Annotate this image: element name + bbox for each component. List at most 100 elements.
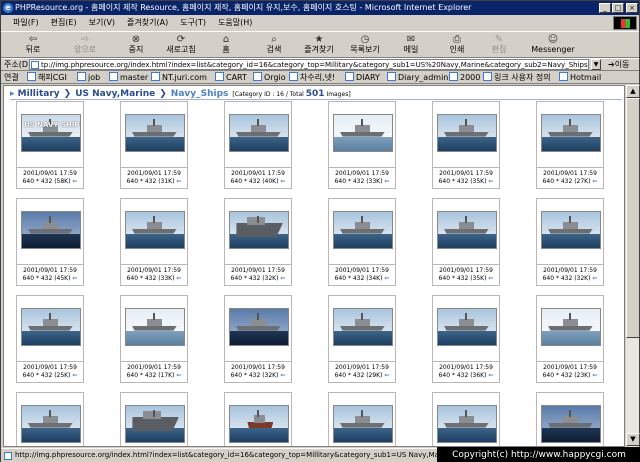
link-arrow-icon[interactable]: ⇐ bbox=[278, 178, 285, 185]
breadcrumb-navy-ships[interactable]: Navy_Ships bbox=[171, 89, 229, 99]
ship-photo[interactable] bbox=[21, 308, 81, 346]
forward-button[interactable]: ⇨ 앞으로 bbox=[67, 34, 103, 58]
link-arrow-icon[interactable]: ⇐ bbox=[590, 275, 597, 282]
link-item[interactable]: Diary_admin bbox=[387, 71, 448, 83]
link-arrow-icon[interactable]: ⇐ bbox=[70, 178, 77, 185]
ship-photo[interactable] bbox=[437, 405, 497, 443]
ship-photo[interactable] bbox=[437, 211, 497, 249]
ship-photo[interactable] bbox=[229, 211, 289, 249]
ship-photo[interactable] bbox=[333, 308, 393, 346]
menu-file[interactable]: 파일(F) bbox=[13, 15, 39, 30]
link-item[interactable]: 해피CGI bbox=[27, 71, 67, 83]
link-item[interactable]: 차수리,넷! bbox=[289, 71, 335, 83]
go-button[interactable]: ➔이동 bbox=[608, 59, 629, 70]
thumbnail-card[interactable]: 2001/09/01 17:59 640 * 432 (40K) ⇐ bbox=[224, 101, 292, 189]
stop-button[interactable]: ⊗ 중지 bbox=[121, 34, 151, 58]
ship-photo[interactable] bbox=[21, 405, 81, 443]
thumbnail-card[interactable]: 2001/09/01 17:59 640 * 432 (27K) ⇐ bbox=[536, 101, 604, 189]
ship-photo[interactable] bbox=[541, 114, 601, 152]
ship-photo[interactable] bbox=[541, 308, 601, 346]
ship-photo[interactable] bbox=[125, 114, 185, 152]
link-item[interactable]: job bbox=[77, 71, 100, 83]
search-button[interactable]: ⌕ 검색 bbox=[261, 34, 287, 58]
refresh-button[interactable]: ⟳ 새로고침 bbox=[161, 34, 201, 58]
link-item[interactable]: master bbox=[109, 71, 148, 83]
thumbnail-card[interactable]: 2001/09/01 17:59 640 * 432 (25K) ⇐ bbox=[16, 295, 84, 383]
menu-edit[interactable]: 편집(E) bbox=[51, 15, 77, 30]
thumbnail-card[interactable]: 2001/09/01 17:59 640 * 432 (23K) ⇐ bbox=[536, 295, 604, 383]
title-bar[interactable]: e PHPResource.org - 홈페이지 제작 Resource, 홈페… bbox=[1, 1, 639, 15]
menu-favorites[interactable]: 즐겨찾기(A) bbox=[127, 15, 168, 30]
link-arrow-icon[interactable]: ⇐ bbox=[382, 275, 389, 282]
thumbnail-card[interactable] bbox=[224, 392, 292, 446]
breadcrumb-navy-marine[interactable]: US Navy,Marine bbox=[75, 89, 155, 99]
ship-photo[interactable] bbox=[333, 211, 393, 249]
thumbnail-card[interactable] bbox=[432, 392, 500, 446]
ship-photo[interactable] bbox=[437, 114, 497, 152]
link-arrow-icon[interactable]: ⇐ bbox=[486, 372, 493, 379]
print-button[interactable]: ⎙ 인쇄 bbox=[445, 34, 469, 58]
ship-photo[interactable] bbox=[229, 308, 289, 346]
thumbnail-card[interactable]: 2001/09/01 17:59 640 * 432 (32K) ⇐ bbox=[536, 198, 604, 286]
thumbnail-card[interactable]: US NAVY SHIPS 2001/09/01 17:59 640 * 432 (… bbox=[16, 101, 84, 189]
ship-photo[interactable] bbox=[333, 405, 393, 443]
menu-view[interactable]: 보기(V) bbox=[89, 15, 115, 30]
thumbnail-card[interactable] bbox=[16, 392, 84, 446]
scroll-up-icon[interactable]: ▲ bbox=[626, 85, 640, 98]
menu-tools[interactable]: 도구(T) bbox=[180, 15, 206, 30]
messenger-button[interactable]: ☺ Messenger bbox=[531, 34, 575, 58]
thumbnail-card[interactable] bbox=[536, 392, 604, 446]
close-button[interactable]: × bbox=[626, 3, 638, 13]
ship-photo[interactable] bbox=[333, 114, 393, 152]
favorites-button[interactable]: ★ 즐겨찾기 bbox=[299, 34, 339, 58]
minimize-button[interactable]: _ bbox=[599, 3, 611, 13]
link-item[interactable]: 링크 사용자 정의 bbox=[483, 71, 551, 83]
history-button[interactable]: ◷ 목록보기 bbox=[345, 34, 385, 58]
ship-photo[interactable] bbox=[541, 405, 601, 443]
thumbnail-card[interactable]: 2001/09/01 17:59 640 * 432 (32K) ⇐ bbox=[224, 295, 292, 383]
menu-help[interactable]: 도움말(H) bbox=[218, 15, 252, 30]
maximize-button[interactable]: □ bbox=[612, 3, 624, 13]
thumbnail-card[interactable]: 2001/09/01 17:59 640 * 432 (36K) ⇐ bbox=[432, 295, 500, 383]
link-arrow-icon[interactable]: ⇐ bbox=[382, 178, 389, 185]
mail-button[interactable]: ✉ 메일 bbox=[397, 34, 425, 58]
breadcrumb-military[interactable]: Millitary bbox=[18, 89, 60, 99]
link-arrow-icon[interactable]: ⇐ bbox=[590, 178, 597, 185]
thumbnail-card[interactable]: 2001/09/01 17:59 640 * 432 (33K) ⇐ bbox=[120, 198, 188, 286]
link-item[interactable]: CART bbox=[215, 71, 247, 83]
ship-photo[interactable] bbox=[437, 308, 497, 346]
link-arrow-icon[interactable]: ⇐ bbox=[70, 372, 77, 379]
thumbnail-card[interactable]: 2001/09/01 17:59 640 * 432 (31K) ⇐ bbox=[120, 101, 188, 189]
address-input[interactable]: tp://img.phpresource.org/index.html?inde… bbox=[29, 59, 589, 70]
home-button[interactable]: ⌂ 홈 bbox=[214, 34, 238, 58]
link-arrow-icon[interactable]: ⇐ bbox=[278, 372, 285, 379]
thumbnail-card[interactable] bbox=[328, 392, 396, 446]
ship-photo[interactable] bbox=[125, 211, 185, 249]
link-item[interactable]: Orgio bbox=[253, 71, 286, 83]
link-arrow-icon[interactable]: ⇐ bbox=[174, 178, 181, 185]
link-item[interactable]: Hotmail bbox=[559, 71, 601, 83]
link-item[interactable]: DIARY bbox=[345, 71, 380, 83]
thumbnail-card[interactable]: 2001/09/01 17:59 640 * 432 (35K) ⇐ bbox=[432, 101, 500, 189]
link-item[interactable]: NT.juri.com bbox=[151, 71, 207, 83]
ship-photo[interactable] bbox=[125, 405, 185, 443]
thumbnail-card[interactable]: 2001/09/01 17:59 640 * 432 (35K) ⇐ bbox=[432, 198, 500, 286]
ship-photo[interactable] bbox=[229, 114, 289, 152]
link-arrow-icon[interactable]: ⇐ bbox=[278, 275, 285, 282]
ship-photo[interactable] bbox=[541, 211, 601, 249]
link-arrow-icon[interactable]: ⇐ bbox=[174, 275, 181, 282]
link-arrow-icon[interactable]: ⇐ bbox=[486, 275, 493, 282]
link-arrow-icon[interactable]: ⇐ bbox=[382, 372, 389, 379]
link-arrow-icon[interactable]: ⇐ bbox=[70, 275, 77, 282]
scroll-down-icon[interactable]: ▼ bbox=[626, 433, 640, 446]
ship-photo[interactable] bbox=[229, 405, 289, 443]
thumbnail-card[interactable]: 2001/09/01 17:59 640 * 432 (32K) ⇐ bbox=[224, 198, 292, 286]
vertical-scrollbar[interactable]: ▲ ▼ bbox=[625, 85, 640, 447]
thumbnail-card[interactable]: 2001/09/01 17:59 640 * 432 (29K) ⇐ bbox=[328, 295, 396, 383]
link-arrow-icon[interactable]: ⇐ bbox=[486, 178, 493, 185]
thumbnail-card[interactable] bbox=[120, 392, 188, 446]
thumbnail-card[interactable]: 2001/09/01 17:59 640 * 432 (17K) ⇐ bbox=[120, 295, 188, 383]
link-arrow-icon[interactable]: ⇐ bbox=[590, 372, 597, 379]
address-dropdown-button[interactable]: ▼ bbox=[591, 59, 601, 70]
link-item[interactable]: 2000 bbox=[449, 71, 480, 83]
